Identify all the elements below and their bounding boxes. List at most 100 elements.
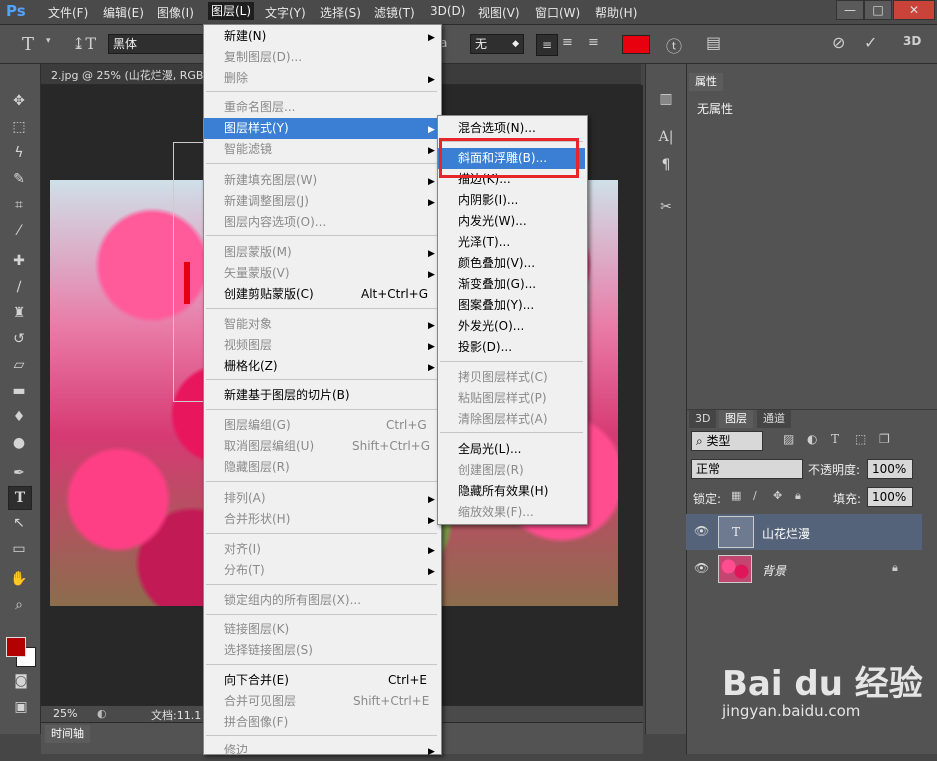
- lock-transparent-icon[interactable]: ▦: [731, 489, 741, 502]
- zoom-tool-icon[interactable]: ⌕: [8, 594, 30, 616]
- menu-item-smart-object[interactable]: 智能对象: [204, 314, 439, 335]
- close-button[interactable]: ✕: [893, 0, 935, 20]
- type-tool-icon[interactable]: T: [22, 34, 34, 55]
- layer-name[interactable]: 山花烂漫: [762, 525, 810, 542]
- type-tool-active-icon[interactable]: T: [8, 486, 32, 510]
- channels-tab[interactable]: 通道: [757, 410, 791, 428]
- brush-tool-icon[interactable]: ∕: [8, 276, 30, 298]
- status-info-icon[interactable]: ◐: [97, 707, 107, 720]
- layer-row[interactable]: 👁︎ T 山花烂漫: [686, 514, 922, 550]
- maximize-button[interactable]: □: [864, 0, 892, 20]
- foreground-color-swatch[interactable]: [6, 637, 26, 657]
- paragraph-panel-icon[interactable]: ¶: [655, 154, 677, 176]
- lock-all-icon[interactable]: 🔒︎: [795, 489, 801, 503]
- commit-icon[interactable]: ✓: [864, 33, 877, 52]
- menu-item-new-layer-based-slice[interactable]: 新建基于图层的切片(B): [204, 385, 439, 406]
- layer-name[interactable]: 背景: [762, 562, 786, 579]
- opacity-field[interactable]: 100%: [867, 459, 913, 479]
- menu-item-distribute[interactable]: 分布(T): [204, 560, 439, 581]
- align-right-icon[interactable]: ≡: [588, 35, 599, 50]
- align-center-icon[interactable]: ≡: [562, 35, 573, 50]
- zoom-level[interactable]: 25%: [53, 707, 77, 720]
- menu-item-select-linked-layers[interactable]: 选择链接图层(S): [204, 640, 439, 661]
- menu-item-lock-all-layers-in-group[interactable]: 锁定组内的所有图层(X)...: [204, 590, 439, 611]
- toggle-orientation-icon[interactable]: ↨T: [72, 34, 96, 53]
- menu-type[interactable]: 文字(Y): [265, 4, 306, 21]
- minimize-button[interactable]: —: [836, 0, 864, 20]
- rectangle-tool-icon[interactable]: ▭: [8, 538, 30, 560]
- pen-tool-icon[interactable]: ✒: [8, 462, 30, 484]
- menu-layer[interactable]: 图层(L): [208, 2, 255, 20]
- visibility-eye-icon[interactable]: 👁︎: [694, 524, 709, 538]
- menu-image[interactable]: 图像(I): [157, 4, 194, 21]
- move-tool-icon[interactable]: ✥: [8, 90, 30, 112]
- properties-tab[interactable]: 属性: [689, 73, 723, 91]
- 3d-tab[interactable]: 3D: [689, 410, 717, 428]
- character-panel-icon[interactable]: A|: [655, 126, 677, 148]
- menu-item-layer-content-options[interactable]: 图层内容选项(O)...: [204, 212, 439, 233]
- menu-item-flatten-image[interactable]: 拼合图像(F): [204, 712, 439, 733]
- menu-filter[interactable]: 滤镜(T): [374, 4, 415, 21]
- smart-filter-icon[interactable]: ❐: [879, 432, 890, 446]
- warp-text-icon[interactable]: ⓣ: [666, 33, 682, 57]
- menu-item-combine-shapes[interactable]: 合并形状(H): [204, 509, 439, 530]
- hand-tool-icon[interactable]: ✋: [8, 568, 30, 590]
- menu-item-new-fill-layer[interactable]: 新建填充图层(W): [204, 170, 439, 191]
- eraser-tool-icon[interactable]: ▱: [8, 354, 30, 376]
- menu-item-layer-mask[interactable]: 图层蒙版(M): [204, 242, 439, 263]
- menu-item-pattern-overlay[interactable]: 图案叠加(Y)...: [438, 295, 585, 316]
- lasso-tool-icon[interactable]: ϟ: [8, 142, 30, 164]
- menu-item-smart-filter[interactable]: 智能滤镜: [204, 139, 439, 160]
- font-family-select[interactable]: 黑体: [108, 34, 210, 54]
- align-left-button[interactable]: ≡: [536, 34, 558, 56]
- tool-preset-chevron-icon[interactable]: ▾: [46, 36, 51, 46]
- menu-item-new-adjustment-layer[interactable]: 新建调整图层(J): [204, 191, 439, 212]
- menu-item-link-layers[interactable]: 链接图层(K): [204, 619, 439, 640]
- menu-file[interactable]: 文件(F): [48, 4, 88, 21]
- menu-item-color-overlay[interactable]: 颜色叠加(V)...: [438, 253, 585, 274]
- blur-tool-icon[interactable]: ♦: [8, 406, 30, 428]
- menu-item-duplicate-layer[interactable]: 复制图层(D)...: [204, 47, 439, 68]
- menu-item-drop-shadow[interactable]: 投影(D)...: [438, 337, 585, 358]
- menu-item-layer-style[interactable]: 图层样式(Y): [204, 118, 439, 139]
- marquee-tool-icon[interactable]: ⬚: [8, 116, 30, 138]
- healing-tool-icon[interactable]: ✚: [8, 250, 30, 272]
- quick-select-tool-icon[interactable]: ✎: [8, 168, 30, 190]
- menu-item-inner-shadow[interactable]: 内阴影(I)...: [438, 190, 585, 211]
- menu-item-delete[interactable]: 删除: [204, 68, 439, 89]
- layer-row[interactable]: 👁︎ 背景 🔒︎: [686, 551, 922, 587]
- quick-mask-icon[interactable]: ◙: [10, 670, 32, 692]
- menu-item-global-light[interactable]: 全局光(L)...: [438, 439, 585, 460]
- menu-item-copy-layer-style[interactable]: 拷贝图层样式(C): [438, 367, 585, 388]
- menu-item-vector-mask[interactable]: 矢量蒙版(V): [204, 263, 439, 284]
- stamp-tool-icon[interactable]: ♜: [8, 302, 30, 324]
- menu-window[interactable]: 窗口(W): [535, 4, 580, 21]
- menu-item-outer-glow[interactable]: 外发光(O)...: [438, 316, 585, 337]
- shape-filter-icon[interactable]: ⬚: [855, 432, 866, 446]
- tool-presets-icon[interactable]: ✂: [655, 196, 677, 218]
- menu-item-blending-options[interactable]: 混合选项(N)...: [438, 118, 585, 139]
- menu-item-hide-layers[interactable]: 隐藏图层(R): [204, 457, 439, 478]
- menu-item-create-layer[interactable]: 创建图层(R): [438, 460, 585, 481]
- menu-item-rename-layer[interactable]: 重命名图层...: [204, 97, 439, 118]
- crop-tool-icon[interactable]: ⌗: [8, 194, 30, 216]
- anti-alias-select[interactable]: 无 ◆: [470, 34, 524, 54]
- 3d-text-icon[interactable]: 3D: [903, 34, 921, 48]
- blend-mode-select[interactable]: 正常: [691, 459, 803, 479]
- menu-item-rasterize[interactable]: 栅格化(Z): [204, 356, 439, 377]
- menu-3d[interactable]: 3D(D): [430, 4, 465, 18]
- fill-field[interactable]: 100%: [867, 487, 913, 507]
- visibility-eye-icon[interactable]: 👁︎: [694, 561, 709, 575]
- menu-item-clear-layer-style[interactable]: 清除图层样式(A): [438, 409, 585, 430]
- menu-item-video-layer[interactable]: 视频图层: [204, 335, 439, 356]
- menu-help[interactable]: 帮助(H): [595, 4, 637, 21]
- character-panel-icon[interactable]: ▤: [706, 33, 721, 52]
- menu-item-hide-all-effects[interactable]: 隐藏所有效果(H): [438, 481, 585, 502]
- lock-position-icon[interactable]: ✥: [773, 489, 782, 502]
- menu-item-align[interactable]: 对齐(I): [204, 539, 439, 560]
- dodge-tool-icon[interactable]: ●: [8, 432, 30, 454]
- menu-item-matting[interactable]: 修边: [204, 740, 439, 761]
- screen-mode-icon[interactable]: ▣: [10, 696, 32, 718]
- layers-tab[interactable]: 图层: [719, 410, 753, 428]
- history-brush-icon[interactable]: ↺: [8, 328, 30, 350]
